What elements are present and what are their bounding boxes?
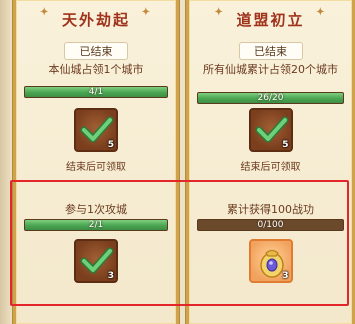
progress-text: 26/20 [257, 93, 284, 103]
item-count: 5 [282, 140, 289, 150]
ornament-icon: ✦ [316, 7, 327, 18]
task-description: 所有仙城累计占领20个城市 [203, 63, 338, 76]
ornament-icon: ✦ [141, 7, 152, 18]
task-description: 本仙城占领1个城市 [48, 63, 144, 76]
panel-title: 道盟初立 [236, 10, 305, 29]
item-count: 5 [107, 140, 114, 150]
claim-note: 结束后可领取 [240, 162, 301, 173]
panel-title-banner: ✦ 天外劫起 ✦ [36, 5, 156, 33]
reward-item-slot[interactable]: 5 [248, 108, 293, 152]
status-badge: 已结束 [64, 42, 128, 60]
reward-item-slot[interactable]: 5 [74, 108, 118, 152]
ornament-icon: ✦ [214, 7, 225, 18]
progress-bar: 26/20 [197, 92, 344, 104]
panel-title: 天外劫起 [61, 10, 130, 29]
status-badge: 已结束 [238, 42, 303, 60]
progress-text: 4/1 [88, 87, 104, 97]
ornament-icon: ✦ [40, 7, 51, 18]
claim-note: 结束后可领取 [66, 162, 126, 173]
panel-title-banner: ✦ 道盟初立 ✦ [211, 5, 331, 33]
progress-bar: 4/1 [24, 86, 168, 98]
highlight-annotation-frame [10, 180, 349, 306]
